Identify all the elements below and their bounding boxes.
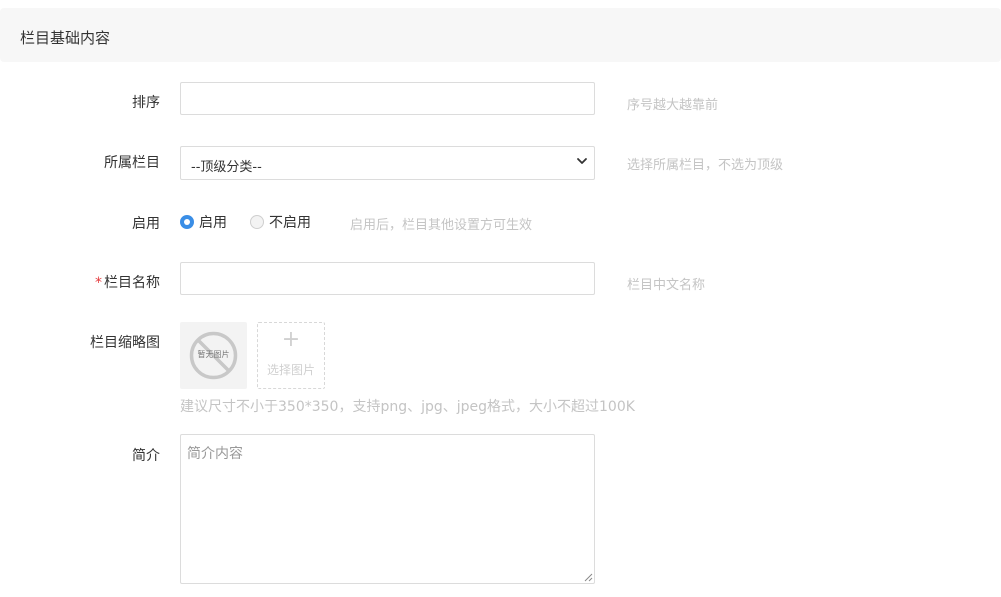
name-label-text: 栏目名称 [104, 275, 160, 291]
resize-handle-icon[interactable] [583, 572, 593, 582]
sort-hint: 序号越大越靠前 [627, 98, 719, 113]
no-image-text: 暂无图片 [197, 350, 230, 359]
thumbnail-label: 栏目缩略图 [90, 335, 160, 351]
radio-disabled[interactable]: 不启用 [250, 213, 311, 231]
select-image-button[interactable]: + 选择图片 [257, 322, 325, 389]
thumbnail-hint: 建议尺寸不小于350*350，支持png、jpg、jpeg格式，大小不超过100… [180, 399, 635, 415]
plus-icon: + [281, 327, 301, 352]
name-hint: 栏目中文名称 [627, 278, 706, 293]
parent-label: 所属栏目 [104, 155, 160, 171]
intro-label: 简介 [132, 448, 160, 464]
radio-disabled-dot[interactable] [250, 215, 264, 229]
enabled-label: 启用 [132, 216, 160, 232]
chevron-down-icon [577, 158, 587, 164]
radio-enabled[interactable]: 启用 [180, 213, 227, 231]
section-header: 栏目基础内容 [0, 8, 1001, 62]
parent-select-value: --顶级分类-- [191, 160, 262, 175]
thumbnail-preview: 暂无图片 [180, 322, 247, 389]
name-input[interactable] [180, 262, 595, 295]
required-mark: * [95, 275, 102, 291]
radio-enabled-label: 启用 [199, 215, 227, 231]
parent-hint: 选择所属栏目，不选为顶级 [627, 158, 784, 173]
parent-select[interactable]: --顶级分类-- [180, 146, 595, 180]
sort-label: 排序 [132, 95, 160, 111]
section-title: 栏目基础内容 [20, 29, 111, 47]
name-label: * 栏目名称 [95, 272, 160, 292]
sort-input[interactable] [180, 82, 595, 115]
intro-textarea[interactable] [180, 434, 595, 584]
select-image-label: 选择图片 [266, 363, 315, 377]
radio-disabled-label: 不启用 [269, 215, 311, 231]
radio-enabled-dot[interactable] [180, 215, 194, 229]
enabled-hint: 启用后，栏目其他设置方可生效 [350, 218, 533, 233]
